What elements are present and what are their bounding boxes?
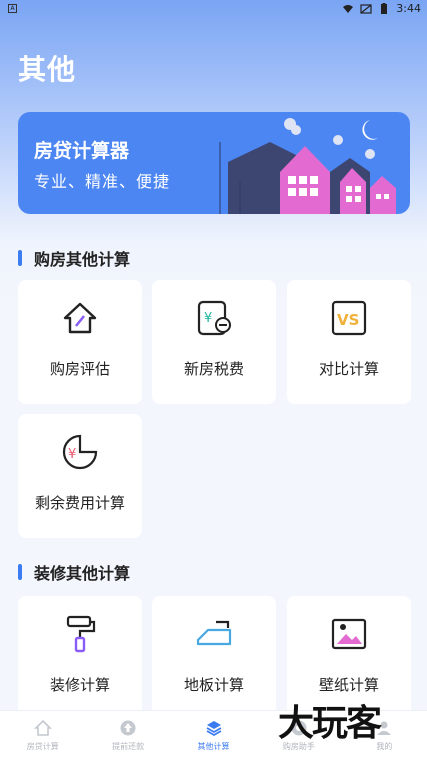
banner-title: 房贷计算器 [34,140,130,162]
card-floor[interactable]: 地板计算 [152,596,276,720]
card-label: 对比计算 [318,360,379,378]
banner-subtitle: 专业、精准、便捷 [34,172,171,191]
home-icon [33,719,52,736]
tab-label: 其他计算 [197,742,230,751]
tab-other-calc[interactable]: 其他计算 [171,711,256,760]
status-time: 3:44 [396,2,421,15]
battery-icon [381,2,388,14]
card-compare[interactable]: VS 对比计算 [287,280,411,404]
section-marker [18,564,22,580]
card-renovation[interactable]: 装修计算 [18,596,142,720]
signal-icon [360,3,372,14]
section-house-other: 购房其他计算 [18,246,130,270]
card-label: 购房评估 [49,360,110,378]
card-remaining-cost[interactable]: ¥ 剩余费用计算 [18,414,142,538]
card-label: 新房税费 [183,360,244,378]
mortgage-calculator-banner[interactable]: 房贷计算器 专业、精准、便捷 [18,112,410,214]
watermark-text: 大玩客 [278,702,382,744]
section-title: 装修其他计算 [34,564,131,583]
tab-mortgage[interactable]: 房贷计算 [0,711,85,760]
yuan-pie-icon: ¥ [62,434,98,470]
section-title: 购房其他计算 [34,250,131,269]
notification-icon: A [8,4,17,13]
layers-icon [206,721,221,737]
page-title: 其他 [18,53,77,86]
floor-icon [196,620,232,646]
houses-illustration [219,118,396,214]
section-renovation-other: 装修其他计算 [18,560,130,584]
card-label: 剩余费用计算 [34,494,125,512]
tab-label: 房贷计算 [26,742,59,751]
upload-icon [120,720,136,736]
tax-document-icon: ¥ [197,300,231,336]
status-bar: A 3:44 [0,0,427,18]
card-house-evaluation[interactable]: 购房评估 [18,280,142,404]
tab-label: 提前还款 [112,742,145,751]
wifi-icon [343,4,354,13]
tab-prepayment[interactable]: 提前还款 [85,711,170,760]
vs-icon: VS [331,300,367,336]
house-pencil-icon [63,302,97,334]
card-new-house-tax[interactable]: ¥ 新房税费 [152,280,276,404]
card-label: 壁纸计算 [318,676,379,694]
wallpaper-icon [331,618,367,650]
card-label: 地板计算 [183,676,244,694]
svg-text:¥: ¥ [204,311,212,326]
paint-roller-icon [66,615,96,653]
card-label: 装修计算 [49,676,110,694]
section-marker [18,250,22,266]
svg-text:VS: VS [337,311,359,329]
svg-text:¥: ¥ [68,447,76,462]
